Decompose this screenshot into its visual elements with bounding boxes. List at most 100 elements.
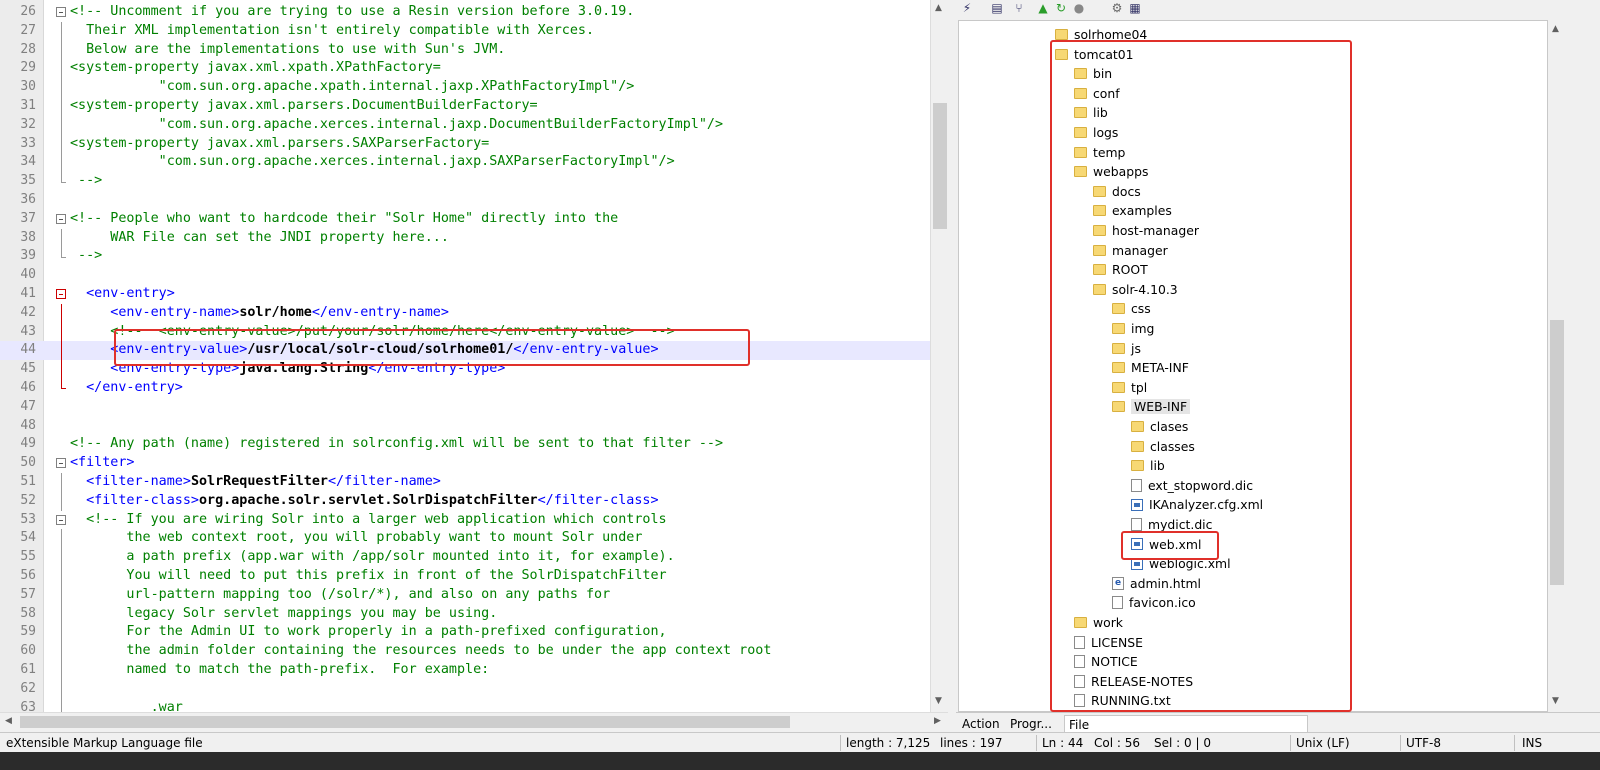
code-line[interactable]: 40 [0,266,930,285]
scroll-down-arrow-icon[interactable]: ▼ [1552,696,1559,706]
tree-folder[interactable]: lib [1074,103,1108,123]
tree-folder[interactable]: META-INF [1112,358,1189,378]
tree-folder[interactable]: solrhome04 [1055,25,1147,45]
tree-folder[interactable]: docs [1093,182,1141,202]
code-line[interactable]: 60 the admin folder containing the resou… [0,642,930,661]
code-line[interactable]: 37 <!-- People who want to hardcode their… [0,210,930,229]
tree-file[interactable]: NOTICE [1074,652,1138,672]
scroll-up-arrow-icon[interactable]: ▲ [935,3,942,13]
code-line[interactable]: 49 <!-- Any path (name) registered in sol… [0,435,930,454]
code-line[interactable]: 32 "com.sun.org.apache.xerces.internal.j… [0,116,930,135]
refresh-icon[interactable]: ↻ [1054,1,1068,15]
scrollbar-thumb[interactable] [1550,320,1564,585]
tree-vertical-scrollbar[interactable]: ▲ ▼ [1548,20,1566,712]
tree-folder[interactable]: examples [1093,201,1172,221]
scroll-down-arrow-icon[interactable]: ▼ [935,696,942,706]
code-line[interactable]: 31 <system-property javax.xml.parsers.Doc… [0,97,930,116]
tab-action[interactable]: Action [958,715,1004,733]
fold-toggle-icon[interactable] [56,213,66,224]
code-line[interactable]: 41 <env-entry> [0,285,930,304]
code-line[interactable]: 36 [0,191,930,210]
tree-folder[interactable]: logs [1074,123,1118,143]
tree-file[interactable]: web.xml [1131,535,1201,555]
tree-file[interactable]: IKAnalyzer.cfg.xml [1131,495,1263,515]
scroll-up-arrow-icon[interactable]: ▲ [1552,24,1559,34]
code-line[interactable]: 34 "com.sun.org.apache.xerces.internal.j… [0,153,930,172]
tree-file[interactable]: RUNNING.txt [1074,691,1171,711]
tree-file[interactable]: LICENSE [1074,633,1143,653]
tree-folder[interactable]: js [1112,339,1141,359]
editor-horizontal-scrollbar[interactable]: ◀ ▶ [0,712,948,730]
code-line[interactable]: 59 For the Admin UI to work properly in … [0,623,930,642]
tree-folder[interactable]: clases [1131,417,1188,437]
code-line[interactable]: 54 the web context root, you will probab… [0,529,930,548]
code-line[interactable]: 63 .war [0,699,930,712]
code-line[interactable]: 38 WAR File can set the JNDI property he… [0,229,930,248]
code-line[interactable]: 26 <!-- Uncomment if you are trying to us… [0,3,930,22]
file-tree[interactable]: solrhome04 tomcat01 bin conf lib logs temp weba… [958,20,1548,712]
fold-toggle-icon[interactable] [56,289,66,299]
code-line[interactable]: 51 <filter-name>SolrRequestFilter</filte… [0,473,930,492]
scrollbar-thumb[interactable] [20,716,790,728]
code-line[interactable]: 53 <!-- If you are wiring Solr into a la… [0,511,930,530]
tree-folder[interactable]: webapps [1074,162,1148,182]
tree-folder[interactable]: work [1074,613,1123,633]
code-editor[interactable]: 26 <!-- Uncomment if you are trying to us… [0,0,948,712]
code-line[interactable]: 44 <env-entry-value>/usr/local/solr-clou… [0,341,930,361]
code-line[interactable]: 52 <filter-class>org.apache.solr.servlet… [0,492,930,511]
tree-folder[interactable]: tpl [1112,378,1147,398]
scroll-right-arrow-icon[interactable]: ▶ [934,716,941,726]
tree-folder[interactable]: css [1112,299,1151,319]
connect-icon[interactable]: ⚡ [960,1,974,15]
tree-file[interactable]: weblogic.xml [1131,554,1231,574]
tab-file[interactable]: File [1064,715,1308,733]
tree-file[interactable]: ext_stopword.dic [1131,476,1253,496]
up-icon[interactable]: ▲ [1036,1,1050,15]
pane-splitter[interactable] [948,0,956,732]
tree-folder[interactable]: solr-4.10.3 [1093,280,1178,300]
tree-folder[interactable]: classes [1131,437,1195,457]
tree-folder[interactable]: conf [1074,84,1120,104]
tree-file[interactable]: RELEASE-NOTES [1074,672,1193,692]
scroll-left-arrow-icon[interactable]: ◀ [5,716,12,726]
code-line[interactable]: 58 legacy Solr servlet mappings you may … [0,605,930,624]
code-line[interactable]: 55 a path prefix (app.war with /app/solr… [0,548,930,567]
code-line[interactable]: 28 Below are the implementations to use … [0,41,930,60]
tree-folder[interactable]: ROOT [1093,260,1148,280]
code-line[interactable]: 30 "com.sun.org.apache.xpath.internal.ja… [0,78,930,97]
tree-file[interactable]: e admin.html [1112,574,1201,594]
code-line[interactable]: 33 <system-property javax.xml.parsers.SAX… [0,135,930,154]
tree-folder[interactable]: tomcat01 [1055,45,1134,65]
tab-progress[interactable]: Progr... [1006,715,1056,733]
code-line[interactable]: 29 <system-property javax.xml.xpath.XPath… [0,59,930,78]
code-line[interactable]: 48 [0,417,930,436]
code-line[interactable]: 47 [0,398,930,417]
tree-folder[interactable]: temp [1074,143,1125,163]
tree-folder[interactable]: host-manager [1093,221,1199,241]
code-line[interactable]: 43 <!-- <env-entry-value>/put/your/solr/… [0,323,930,342]
tree-file[interactable]: favicon.ico [1112,593,1196,613]
path-icon[interactable]: ⑂ [1012,1,1026,15]
code-line[interactable]: 42 <env-entry-name>solr/home</env-entry-… [0,304,930,323]
scrollbar-thumb[interactable] [933,103,947,229]
stop-icon[interactable]: ● [1072,1,1086,15]
code-line[interactable]: 27 Their XML implementation isn't entire… [0,22,930,41]
code-line[interactable]: 46 </env-entry> [0,379,930,398]
code-line[interactable]: 57 url-pattern mapping too (/solr/*), an… [0,586,930,605]
code-line[interactable]: 61 named to match the path-prefix. For e… [0,661,930,680]
fold-toggle-icon[interactable] [56,458,66,469]
tree-file[interactable]: mydict.dic [1131,515,1212,535]
code-line[interactable]: 39 --> [0,247,930,266]
code-line[interactable]: 62 [0,680,930,699]
settings-icon[interactable]: ⚙ [1110,1,1124,15]
view-icon[interactable]: ▦ [1128,1,1142,15]
tree-folder[interactable]: manager [1093,241,1168,261]
fold-toggle-icon[interactable] [56,514,66,525]
tree-folder[interactable]: lib [1131,456,1165,476]
tree-folder[interactable]: img [1112,319,1154,339]
fold-toggle-icon[interactable] [56,7,66,17]
code-line[interactable]: 50 <filter> [0,454,930,473]
file-icon[interactable]: ▤ [990,1,1004,15]
tree-folder[interactable]: WEB-INF [1112,397,1191,417]
tree-folder[interactable]: bin [1074,64,1112,84]
